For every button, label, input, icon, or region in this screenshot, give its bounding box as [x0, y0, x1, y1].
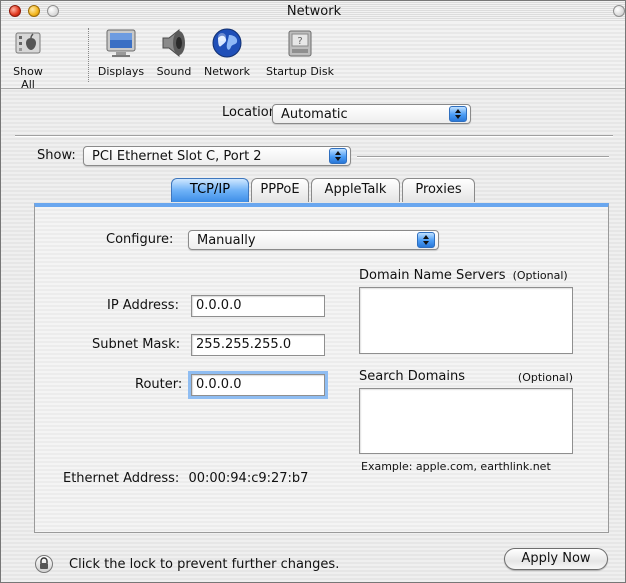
location-popup[interactable]: Automatic [272, 104, 471, 124]
subnet-mask-field[interactable]: 255.255.255.0 [191, 334, 325, 356]
startup-disk-icon: ? [283, 26, 317, 60]
window-title: Network [286, 4, 342, 19]
configure-value: Manually [197, 233, 256, 248]
title-bar[interactable]: Network [1, 1, 625, 23]
show-all-button[interactable]: Show All [5, 26, 51, 91]
dns-title: Domain Name Servers [359, 268, 506, 283]
ethernet-address-label: Ethernet Address: 00:00:94:c9:27:b7 [63, 471, 308, 486]
network-preferences-window: Network Show All Displays Sound Network … [0, 0, 626, 583]
lock-icon [40, 557, 48, 569]
apple-icon [11, 26, 45, 60]
sound-label: Sound [156, 65, 192, 78]
apply-now-button[interactable]: Apply Now [504, 548, 608, 570]
ip-address-label: IP Address: [107, 298, 179, 313]
show-value: PCI Ethernet Slot C, Port 2 [92, 149, 262, 164]
popup-arrows-icon [449, 106, 467, 122]
footer: Click the lock to prevent further change… [1, 546, 625, 582]
subnet-mask-label: Subnet Mask: [92, 337, 181, 352]
show-label: Show: [37, 148, 76, 163]
network-label: Network [204, 65, 250, 78]
divider [15, 135, 613, 137]
dns-optional: (Optional) [512, 269, 568, 282]
lock-button[interactable] [35, 555, 53, 573]
divider [357, 156, 609, 158]
dns-label: Domain Name Servers (Optional) [359, 268, 568, 283]
tab-appletalk[interactable]: AppleTalk [311, 178, 400, 202]
location-value: Automatic [281, 107, 348, 122]
sound-icon [157, 26, 191, 60]
startup-disk-label: Startup Disk [266, 65, 334, 78]
search-domains-example: Example: apple.com, earthlink.net [361, 460, 551, 473]
sound-button[interactable]: Sound [154, 26, 194, 78]
displays-icon [104, 26, 138, 60]
tab-proxies[interactable]: Proxies [402, 178, 475, 202]
ip-address-field[interactable]: 0.0.0.0 [191, 295, 325, 317]
ethernet-address-title: Ethernet Address: [63, 471, 180, 486]
configure-popup[interactable]: Manually [188, 230, 439, 250]
lock-message: Click the lock to prevent further change… [69, 557, 340, 572]
dns-servers-field[interactable] [359, 287, 573, 354]
displays-button[interactable]: Displays [97, 26, 145, 78]
show-all-label: Show All [13, 65, 43, 91]
popup-arrows-icon [329, 148, 347, 164]
tab-tcpip[interactable]: TCP/IP [171, 178, 249, 202]
ethernet-address-value: 00:00:94:c9:27:b7 [188, 471, 309, 486]
router-field[interactable]: 0.0.0.0 [188, 371, 328, 399]
svg-text:?: ? [297, 36, 302, 47]
network-globe-icon [210, 26, 244, 60]
popup-arrows-icon [417, 232, 435, 248]
search-domains-field[interactable] [359, 388, 573, 454]
show-popup[interactable]: PCI Ethernet Slot C, Port 2 [83, 146, 351, 166]
toolbar-toggle-button[interactable] [613, 5, 625, 17]
router-label: Router: [135, 377, 183, 392]
configure-label: Configure: [106, 232, 174, 247]
search-domains-optional: (Optional) [517, 371, 573, 384]
search-domains-title: Search Domains [359, 369, 466, 384]
displays-label: Displays [97, 65, 145, 78]
toolbar: Show All Displays Sound Network ? Startu… [1, 22, 625, 91]
tab-pppoe[interactable]: PPPoE [251, 178, 309, 202]
network-button[interactable]: Network [201, 26, 253, 78]
startup-disk-button[interactable]: ? Startup Disk [261, 26, 339, 78]
tcpip-panel: Configure: Manually Domain Name Servers … [34, 203, 609, 533]
search-domains-label: Search Domains (Optional) [359, 369, 573, 384]
toolbar-separator [88, 28, 90, 82]
